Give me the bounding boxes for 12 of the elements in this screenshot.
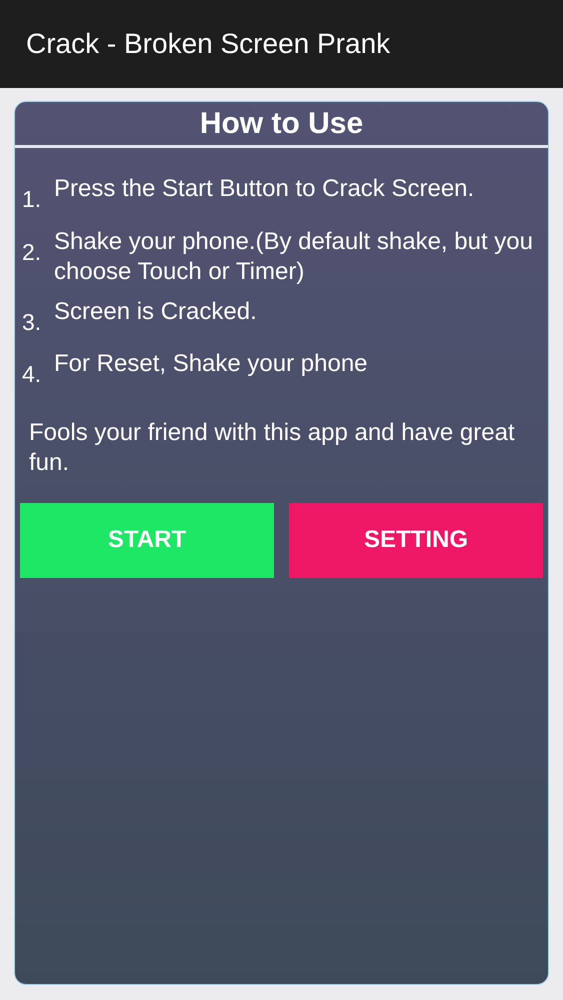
step-number: 2. bbox=[22, 238, 42, 266]
card-title: How to Use bbox=[200, 106, 364, 142]
note-text: Fools your friend with this app and have great fun. bbox=[28, 418, 516, 478]
step-number: 4. bbox=[22, 360, 42, 389]
step-number: 3. bbox=[22, 308, 42, 336]
step-number: 1. bbox=[22, 185, 42, 214]
step-text: Press the Start Button to Crack Screen. bbox=[54, 174, 474, 204]
step-text: For Reset, Shake your phone bbox=[54, 349, 368, 379]
step-text: Shake your phone.(By default shake, but you choose Touch or Timer) bbox=[54, 226, 534, 286]
step-text: Screen is Cracked. bbox=[54, 296, 257, 326]
app-title: Crack - Broken Screen Prank bbox=[26, 27, 390, 61]
action-button[interactable]: SETTING bbox=[289, 502, 543, 578]
